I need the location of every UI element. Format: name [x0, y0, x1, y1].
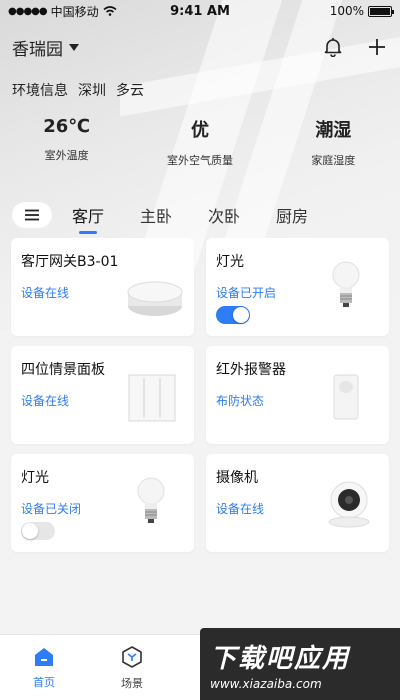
caret-down-icon: [69, 43, 79, 51]
tab-second-bedroom[interactable]: 次卧: [208, 203, 240, 227]
stat-label: 室外空气质量: [166, 154, 233, 167]
wifi-icon: [103, 6, 117, 16]
tab-master-bedroom[interactable]: 主卧: [140, 203, 172, 227]
device-title: 四位情景面板: [21, 362, 105, 378]
outdoor-air-quality: 优 室外空气质量: [133, 116, 266, 168]
device-title: 灯光: [21, 470, 49, 486]
menu-button[interactable]: [12, 202, 52, 228]
plus-icon[interactable]: [366, 36, 388, 58]
bulb-icon: [136, 476, 166, 532]
device-card-scene-panel[interactable]: 四位情景面板 设备在线: [11, 346, 194, 444]
home-icon: [35, 647, 53, 666]
stat-label: 室外温度: [44, 149, 89, 162]
device-card-light-on[interactable]: 灯光 设备已开启: [206, 238, 389, 336]
home-humidity: 潮湿 家庭湿度: [267, 116, 400, 168]
device-status: 设备已开启: [216, 286, 277, 300]
device-card-camera[interactable]: 摄像机 设备在线: [206, 454, 389, 552]
battery-text: 100%: [329, 4, 364, 18]
bell-icon[interactable]: [322, 36, 344, 58]
scene-icon: [122, 645, 142, 668]
tab-living-room[interactable]: 客厅: [72, 203, 104, 227]
menu-icon: [25, 209, 39, 221]
device-status: 设备在线: [21, 394, 70, 408]
gateway-icon: [126, 278, 184, 322]
environment-info: 环境信息 深圳 多云: [12, 80, 144, 100]
city-label: 深圳: [78, 83, 106, 99]
device-status: 设备在线: [21, 286, 70, 300]
watermark-url: www.xiazaiba.com: [210, 676, 322, 691]
stat-value: 26℃: [43, 116, 91, 137]
tab-kitchen[interactable]: 厨房: [276, 203, 308, 227]
device-title: 摄像机: [216, 470, 258, 486]
environment-stats: 26℃ 室外温度 优 室外空气质量 潮湿 家庭湿度: [0, 116, 400, 168]
light-toggle-on[interactable]: [216, 306, 250, 324]
room-tabs: 客厅 主卧 次卧 厨房: [12, 200, 388, 230]
battery-icon: [368, 5, 394, 17]
watermark: 下载吧应用 www.xiazaiba.com: [200, 628, 400, 700]
device-title: 客厅网关B3-01: [21, 254, 119, 270]
status-bar: ●●●●● 中国移动 9:41 AM 100%: [0, 0, 400, 22]
nav-scene-label: 场景: [121, 676, 143, 690]
device-card-light-off[interactable]: 灯光 设备已关闭: [11, 454, 194, 552]
home-selector[interactable]: 香瑞园: [12, 35, 79, 60]
carrier-label: 中国移动: [50, 4, 99, 19]
device-title: 红外报警器: [216, 362, 286, 378]
home-name: 香瑞园: [12, 39, 63, 60]
device-status: 设备已关闭: [21, 502, 82, 516]
device-status: 设备在线: [216, 502, 265, 516]
watermark-title: 下载吧应用: [210, 643, 351, 674]
environment-label: 环境信息: [12, 83, 68, 99]
nav-scene[interactable]: 场景: [88, 635, 176, 700]
camera-icon: [323, 480, 375, 532]
stat-value: 潮湿: [315, 120, 352, 141]
device-title: 灯光: [216, 254, 244, 270]
bulb-icon: [331, 260, 361, 316]
device-card-gateway[interactable]: 客厅网关B3-01 设备在线: [11, 238, 194, 336]
stat-label: 家庭湿度: [311, 154, 356, 167]
signal-icon: ●●●●●: [8, 5, 48, 17]
light-toggle-off[interactable]: [21, 522, 55, 540]
outdoor-temperature: 26℃ 室外温度: [0, 116, 133, 168]
panel-icon: [128, 374, 176, 426]
weather-label: 多云: [116, 83, 144, 99]
sensor-icon: [333, 374, 359, 424]
nav-home-label: 首页: [33, 675, 55, 689]
device-status: 布防状态: [216, 394, 265, 408]
device-card-ir-alarm[interactable]: 红外报警器 布防状态: [206, 346, 389, 444]
stat-value: 优: [190, 120, 209, 141]
status-time: 9:41 AM: [170, 3, 230, 19]
nav-home[interactable]: 首页: [0, 635, 88, 700]
top-header: 香瑞园: [12, 34, 388, 60]
